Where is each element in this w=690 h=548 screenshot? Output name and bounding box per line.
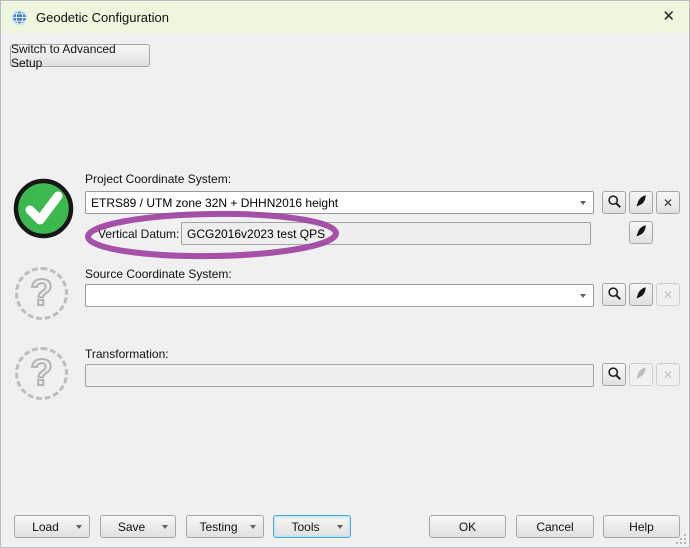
pencil-icon <box>634 224 648 241</box>
pencil-icon <box>634 194 648 211</box>
transformation-label: Transformation: <box>85 347 169 361</box>
project-clear-button[interactable]: ✕ <box>656 191 680 214</box>
search-icon <box>607 286 622 304</box>
ok-button[interactable]: OK <box>429 515 506 538</box>
globe-icon <box>11 9 28 26</box>
search-icon <box>607 366 622 384</box>
transformation-edit-button <box>629 363 653 386</box>
clear-icon: ✕ <box>662 195 674 210</box>
source-search-button[interactable] <box>602 283 626 306</box>
load-button[interactable]: Load <box>14 515 90 538</box>
project-coordinate-system-select[interactable]: ETRS89 / UTM zone 32N + DHHN2016 height <box>85 191 594 214</box>
tools-button[interactable]: Tools <box>273 515 351 538</box>
project-coordinate-system-value: ETRS89 / UTM zone 32N + DHHN2016 height <box>91 195 339 210</box>
project-edit-button[interactable] <box>629 191 653 214</box>
load-button-label: Load <box>32 519 59 534</box>
clear-icon: ✕ <box>662 287 674 302</box>
close-button[interactable]: ✕ <box>662 1 675 33</box>
transformation-field <box>85 364 594 387</box>
transformation-search-button[interactable] <box>602 363 626 386</box>
vertical-datum-field: GCG2016v2023 test QPS <box>181 222 591 245</box>
project-search-button[interactable] <box>602 191 626 214</box>
switch-to-advanced-setup-label: Switch to Advanced Setup <box>11 41 116 70</box>
project-status-ok-icon <box>13 178 74 244</box>
testing-button[interactable]: Testing <box>186 515 264 538</box>
chevron-down-icon[interactable] <box>250 524 256 529</box>
cancel-button[interactable]: Cancel <box>516 515 594 538</box>
source-clear-button: ✕ <box>656 283 680 306</box>
source-status-unknown-icon: ? <box>15 267 68 320</box>
resize-grip[interactable] <box>674 532 686 544</box>
clear-icon: ✕ <box>662 367 674 382</box>
search-icon <box>607 194 622 212</box>
question-mark-icon: ? <box>29 351 54 393</box>
help-button[interactable]: Help <box>603 515 680 538</box>
transformation-clear-button: ✕ <box>656 363 680 386</box>
tools-button-label: Tools <box>291 519 320 534</box>
project-coordinate-system-label: Project Coordinate System: <box>85 172 232 186</box>
chevron-down-icon[interactable] <box>76 524 82 529</box>
transformation-status-unknown-icon: ? <box>15 347 68 400</box>
vertical-datum-value: GCG2016v2023 test QPS <box>187 226 326 241</box>
geodetic-configuration-dialog: Geodetic Configuration ✕ Switch to Advan… <box>0 0 690 548</box>
help-button-label: Help <box>629 519 654 534</box>
pencil-icon <box>634 366 648 383</box>
source-coordinate-system-select[interactable] <box>85 284 594 307</box>
chevron-down-icon[interactable] <box>573 285 593 306</box>
source-edit-button[interactable] <box>629 283 653 306</box>
ok-button-label: OK <box>458 519 477 534</box>
chevron-down-icon[interactable] <box>337 524 343 529</box>
testing-button-label: Testing <box>199 519 238 534</box>
question-mark-icon: ? <box>29 271 54 313</box>
title-bar[interactable]: Geodetic Configuration ✕ <box>1 1 689 33</box>
save-button-label: Save <box>117 519 146 534</box>
cancel-button-label: Cancel <box>536 519 574 534</box>
vertical-datum-edit-button[interactable] <box>629 221 653 244</box>
switch-to-advanced-setup-button[interactable]: Switch to Advanced Setup <box>10 41 150 70</box>
vertical-datum-label: Vertical Datum: <box>98 227 180 241</box>
source-coordinate-system-label: Source Coordinate System: <box>85 267 232 281</box>
save-button[interactable]: Save <box>100 515 176 538</box>
chevron-down-icon[interactable] <box>573 192 593 213</box>
chevron-down-icon[interactable] <box>162 524 168 529</box>
pencil-icon <box>634 286 648 303</box>
window-title: Geodetic Configuration <box>36 9 169 25</box>
